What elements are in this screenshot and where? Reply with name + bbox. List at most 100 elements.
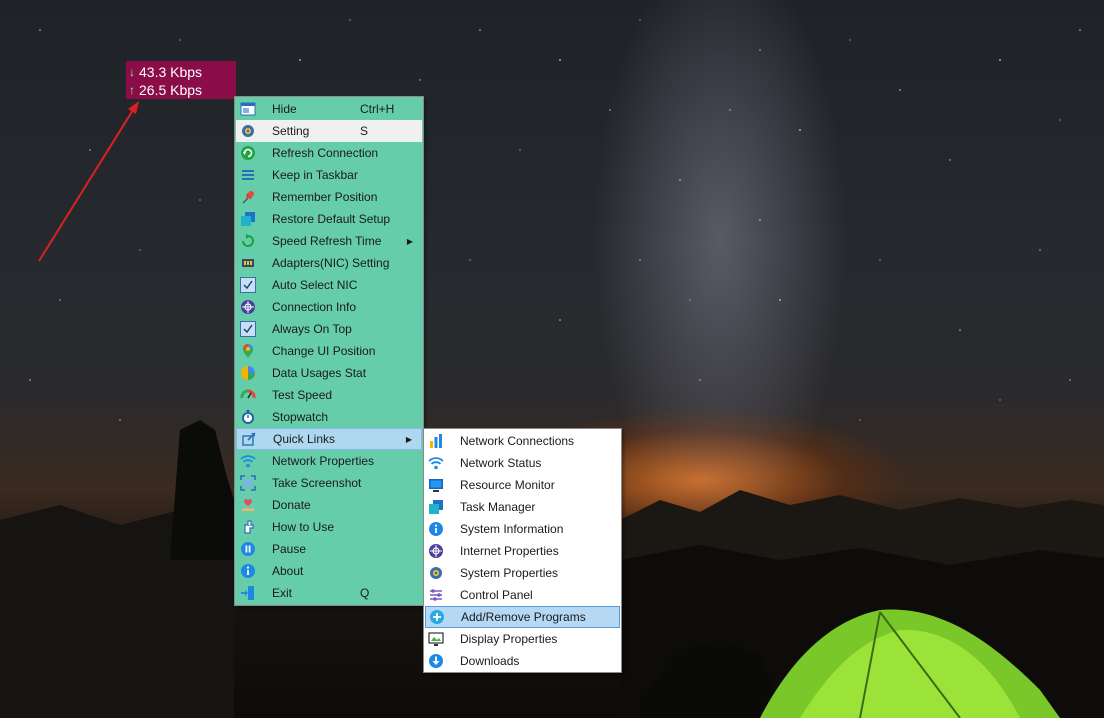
menu-item-label: Network Properties [272,454,375,468]
network-adapter-icon [239,254,257,272]
menu-item-label: Keep in Taskbar [272,168,358,182]
menu-item-exit[interactable]: Exit Q [236,582,422,604]
hand-pointer-icon [239,518,257,536]
menu-item-setting[interactable]: Setting S [236,120,422,142]
menu-item-label: Auto Select NIC [272,278,358,292]
upload-speed: 26.5 Kbps [139,82,203,98]
menu-item-label: Test Speed [272,388,333,402]
submenu-item-display-properties[interactable]: Display Properties [425,628,620,650]
menu-item-test-speed[interactable]: Test Speed [236,384,422,406]
sliders-icon [427,586,445,604]
menu-item-label: Network Connections [460,434,575,448]
submenu-item-system-properties[interactable]: System Properties [425,562,620,584]
menu-item-about[interactable]: About [236,560,422,582]
submenu-arrow-icon: ▶ [406,236,414,246]
menu-item-connection-info[interactable]: Connection Info [236,296,422,318]
upload-speed-row: ↑ 26.5 Kbps [129,81,236,99]
exit-icon [239,584,257,602]
menu-item-label: Hide [272,102,297,116]
submenu-item-internet-properties[interactable]: Internet Properties [425,540,620,562]
shortcut-hint: Ctrl+H [360,102,395,116]
shortcut-hint: S [360,124,369,138]
submenu-item-control-panel[interactable]: Control Panel [425,584,620,606]
menu-item-restore-default-setup[interactable]: Restore Default Setup [236,208,422,230]
menu-item-label: Remember Position [272,190,378,204]
display-icon [427,630,445,648]
menu-item-label: Always On Top [272,322,352,336]
map-pin-icon [239,342,257,360]
speed-widget[interactable]: ↓ 43.3 Kbps ↑ 26.5 Kbps [126,61,236,99]
menu-item-label: Setting [272,124,310,138]
submenu-item-add-remove-programs[interactable]: Add/Remove Programs [425,606,620,628]
menu-item-label: Control Panel [460,588,533,602]
menu-item-label: Data Usages Stat [272,366,367,380]
refresh-icon [239,144,257,162]
menu-item-hide[interactable]: Hide Ctrl+H [236,98,422,120]
menu-item-label: Task Manager [460,500,536,514]
menu-item-refresh-connection[interactable]: Refresh Connection [236,142,422,164]
menu-item-take-screenshot[interactable]: Take Screenshot [236,472,422,494]
gear-icon [239,122,257,140]
monitor-icon [427,476,445,494]
menu-item-auto-select-nic[interactable]: Auto Select NIC [236,274,422,296]
menu-item-label: Refresh Connection [272,146,379,160]
menu-item-label: Exit [272,586,293,600]
menu-item-pause[interactable]: Pause [236,538,422,560]
submenu-item-task-manager[interactable]: Task Manager [425,496,620,518]
checkmark-icon [239,320,257,338]
menu-item-data-usages-stat[interactable]: Data Usages Stat [236,362,422,384]
menu-item-label: Network Status [460,456,542,470]
network-globe-icon [239,298,257,316]
info-icon [427,520,445,538]
menu-item-donate[interactable]: Donate [236,494,422,516]
screenshot-icon [239,474,257,492]
menu-item-always-on-top[interactable]: Always On Top [236,318,422,340]
menu-item-remember-position[interactable]: Remember Position [236,186,422,208]
wifi-icon [239,452,257,470]
menu-item-label: Internet Properties [460,544,559,558]
menu-item-label: Take Screenshot [272,476,362,490]
menu-item-label: Donate [272,498,311,512]
download-arrow-icon: ↓ [129,65,135,79]
pause-icon [239,540,257,558]
share-icon [240,430,258,448]
checkmark-icon [239,276,257,294]
refresh-outline-icon [239,232,257,250]
menu-item-label: How to Use [272,520,335,534]
menu-item-label: Display Properties [460,632,558,646]
download-speed-row: ↓ 43.3 Kbps [129,63,236,81]
submenu-item-downloads[interactable]: Downloads [425,650,620,672]
submenu-item-system-information[interactable]: System Information [425,518,620,540]
menu-item-label: Adapters(NIC) Setting [272,256,390,270]
pie-chart-icon [239,364,257,382]
menu-item-change-ui-position[interactable]: Change UI Position [236,340,422,362]
copy-icon [427,498,445,516]
heart-hand-icon [239,496,257,514]
submenu-item-resource-monitor[interactable]: Resource Monitor [425,474,620,496]
add-circle-icon [428,608,446,626]
menu-item-adapters-setting[interactable]: Adapters(NIC) Setting [236,252,422,274]
gear-icon [427,564,445,582]
menu-item-label: Add/Remove Programs [461,610,586,624]
menu-item-label: System Properties [460,566,559,580]
menu-item-quick-links[interactable]: Quick Links ▶ [236,428,422,450]
menu-item-speed-refresh-time[interactable]: Speed Refresh Time ▶ [236,230,422,252]
menu-item-how-to-use[interactable]: How to Use [236,516,422,538]
network-globe-icon [427,542,445,560]
bar-chart-icon [427,432,445,450]
wifi-icon [427,454,445,472]
info-icon [239,562,257,580]
window-icon [239,100,257,118]
menu-item-label: Connection Info [272,300,357,314]
menu-item-keep-in-taskbar[interactable]: Keep in Taskbar [236,164,422,186]
menu-item-network-properties[interactable]: Network Properties [236,450,422,472]
menu-item-label: About [272,564,304,578]
stopwatch-icon [239,408,257,426]
submenu-item-network-status[interactable]: Network Status [425,452,620,474]
menu-item-label: Pause [272,542,307,556]
shortcut-hint: Q [360,586,370,600]
submenu-item-network-connections[interactable]: Network Connections [425,430,620,452]
quick-links-submenu: Network Connections Network Status Resou… [423,428,622,673]
menu-item-stopwatch[interactable]: Stopwatch [236,406,422,428]
upload-arrow-icon: ↑ [129,83,135,97]
